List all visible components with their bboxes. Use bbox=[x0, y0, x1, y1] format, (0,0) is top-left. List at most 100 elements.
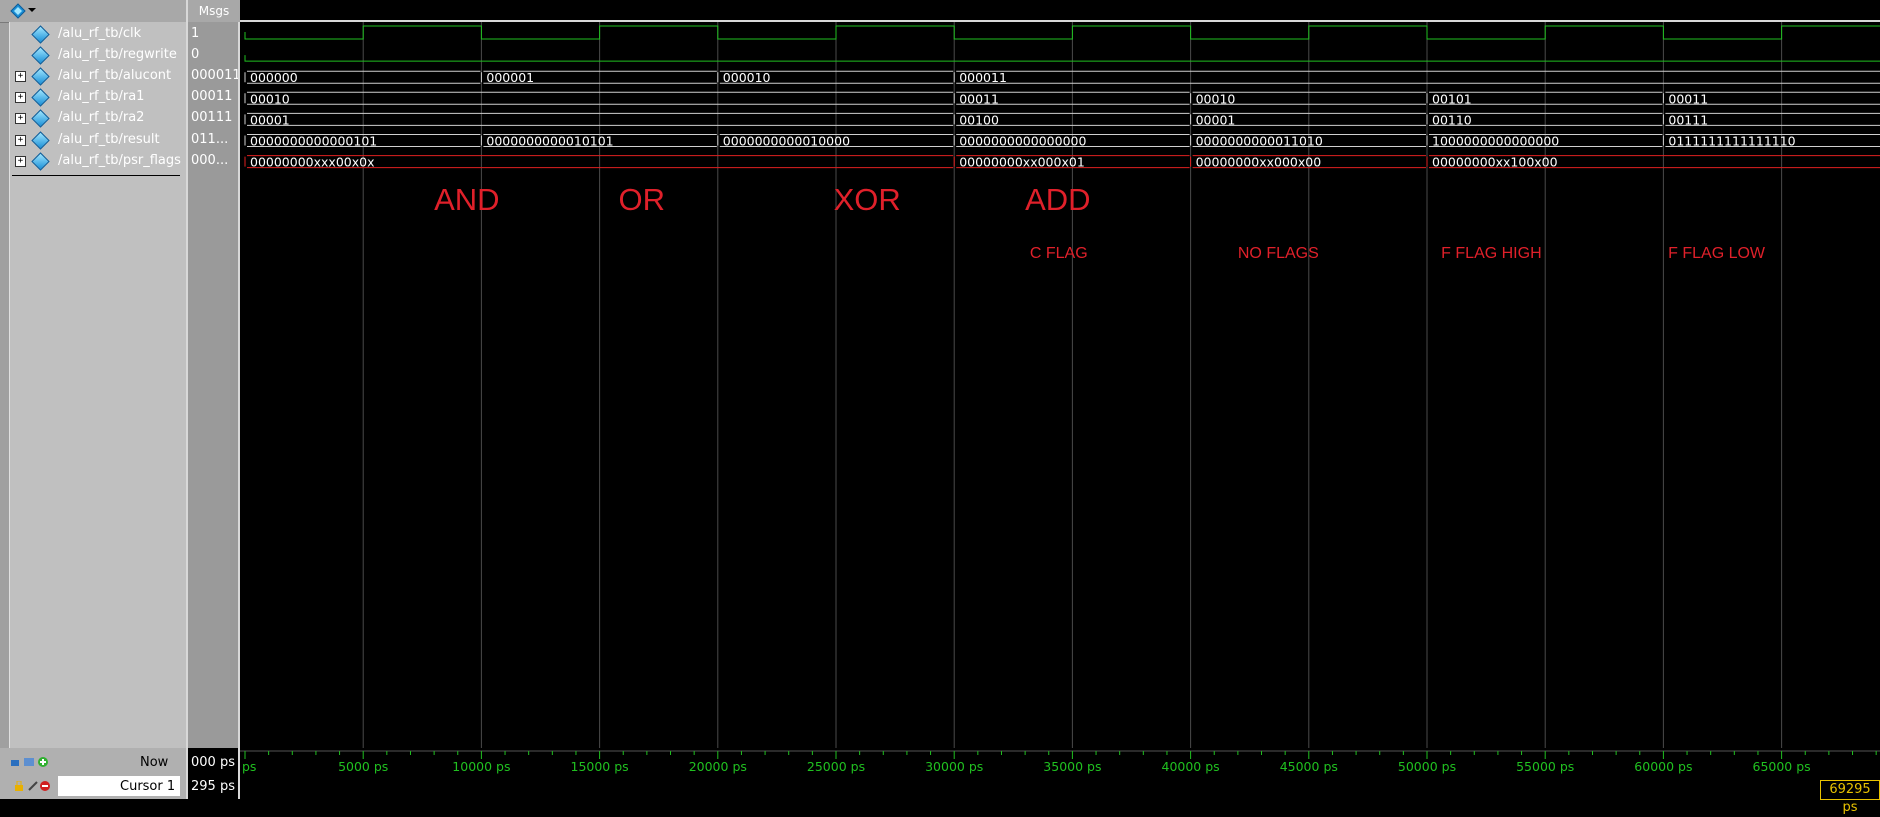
psr_flags-value: 00000000xx000x00 bbox=[1196, 155, 1322, 170]
ruler-tick-label: 60000 ps bbox=[1634, 759, 1692, 774]
ruler-tick-label: 15000 ps bbox=[571, 759, 629, 774]
clk-wave bbox=[244, 25, 1880, 40]
signal-value: 011... bbox=[191, 131, 229, 147]
signal-diamond-icon bbox=[31, 109, 50, 129]
timeline-axis: ps 5000 ps 10000 ps 15000 ps 20000 ps 25000 p… bbox=[240, 750, 1880, 774]
now-label: Now bbox=[140, 755, 169, 770]
ra2-value: 00110 bbox=[1432, 112, 1472, 127]
signal-diamond-icon bbox=[31, 88, 50, 107]
result-value: 0000000000000000 bbox=[959, 134, 1086, 149]
result-value: 0000000000000101 bbox=[250, 134, 377, 149]
wave-header-strip bbox=[238, 0, 1880, 23]
waveform-pane[interactable]: 000000 000001 000010 000011 00010 00011 00010 0… bbox=[238, 22, 1880, 748]
alucont-value: 000000 bbox=[250, 70, 298, 85]
signal-row[interactable]: + /alu_rf_tb/ra1 bbox=[0, 87, 186, 108]
alucont-value: 000010 bbox=[723, 70, 771, 85]
result-value: 0111111111111110 bbox=[1668, 134, 1795, 149]
ra2-value: 00100 bbox=[959, 112, 999, 127]
signal-row[interactable]: /alu_rf_tb/regwrite bbox=[0, 45, 186, 66]
annotation-op-xor: XOR bbox=[834, 182, 901, 217]
ruler-tick-label: 35000 ps bbox=[1043, 759, 1101, 774]
chevron-down-icon[interactable] bbox=[28, 8, 36, 12]
signal-row[interactable]: + /alu_rf_tb/alucont bbox=[0, 66, 186, 87]
alucont-value: 000001 bbox=[486, 70, 534, 85]
ra1-value: 00010 bbox=[1196, 91, 1236, 106]
signal-name: /alu_rf_tb/result bbox=[58, 131, 160, 147]
signal-row[interactable]: + /alu_rf_tb/result bbox=[0, 130, 186, 151]
result-value: 1000000000000000 bbox=[1432, 134, 1559, 149]
signal-diamond-icon bbox=[31, 67, 50, 86]
status-values: 000 ps 295 ps bbox=[186, 748, 240, 799]
ra1-segment: 00010 bbox=[244, 91, 954, 106]
annotation-no-flags: NO FLAGS bbox=[1238, 245, 1319, 262]
ra1-segment: 00011 bbox=[1662, 91, 1880, 106]
signal-diamond-icon bbox=[31, 151, 50, 171]
selected-underline bbox=[12, 175, 180, 176]
expand-icon[interactable]: + bbox=[15, 134, 26, 146]
signal-name: /alu_rf_tb/alucont bbox=[58, 68, 172, 84]
cursor-value: 295 ps bbox=[191, 779, 235, 794]
result-segment: 1000000000000000 bbox=[1426, 134, 1663, 149]
ra2-segment: 00111 bbox=[1662, 112, 1880, 127]
expand-icon[interactable]: + bbox=[15, 155, 26, 167]
window-icon[interactable] bbox=[24, 757, 34, 767]
waveform-canvas: 000000 000001 000010 000011 00010 00011 00010 0… bbox=[244, 22, 1880, 748]
ruler-tick-label: 25000 ps bbox=[807, 759, 865, 774]
result-value: 0000000000010101 bbox=[486, 134, 613, 149]
signal-name: /alu_rf_tb/ra1 bbox=[58, 89, 145, 105]
ra2-value: 00001 bbox=[1196, 112, 1236, 127]
signal-row[interactable]: /alu_rf_tb/clk bbox=[0, 24, 186, 45]
regwrite-wave bbox=[244, 55, 1880, 62]
status-left: Now Cursor 1 bbox=[0, 748, 186, 799]
ruler-tick-label: 55000 ps bbox=[1516, 759, 1574, 774]
psr_flags-value: 00000000xx100x00 bbox=[1432, 155, 1558, 170]
result-segment: 0000000000010000 bbox=[717, 134, 954, 149]
signal-name: /alu_rf_tb/psr_flags bbox=[58, 152, 181, 168]
delete-cursor-icon[interactable] bbox=[40, 781, 50, 791]
cursor-label: Cursor 1 bbox=[120, 779, 176, 794]
ra1-value: 00010 bbox=[250, 91, 290, 106]
expand-icon[interactable]: + bbox=[15, 92, 26, 104]
ruler-tick-label: 50000 ps bbox=[1398, 759, 1456, 774]
lock-icon[interactable] bbox=[14, 781, 24, 791]
ra2-value: 00001 bbox=[250, 112, 290, 127]
pencil-icon[interactable] bbox=[28, 781, 38, 791]
psr_flags-segment: 00000000xxx00x0x bbox=[244, 155, 954, 170]
signal-row[interactable]: + /alu_rf_tb/ra2 bbox=[0, 108, 186, 129]
ruler-start-label: ps bbox=[242, 759, 256, 774]
signal-names-pane: /alu_rf_tb/clk/alu_rf_tb/regwrite + /alu_r… bbox=[0, 0, 187, 799]
psr_flags-value: 00000000xx000x01 bbox=[959, 155, 1085, 170]
ruler-tick-label: 40000 ps bbox=[1162, 759, 1220, 774]
ra1-value: 00101 bbox=[1432, 91, 1472, 106]
expand-icon[interactable]: + bbox=[15, 71, 26, 83]
psr_flags-segment: 00000000xx100x00 bbox=[1426, 155, 1880, 170]
signal-value: 000... bbox=[191, 152, 229, 168]
wave-tool-icon[interactable] bbox=[10, 3, 26, 19]
annotation-c-flag: C FLAG bbox=[1030, 245, 1088, 262]
ra2-value: 00111 bbox=[1668, 112, 1708, 127]
signal-value: 00011 bbox=[191, 89, 233, 105]
ra1-value: 00011 bbox=[1668, 91, 1708, 106]
timeline-ruler[interactable]: ps 5000 ps 10000 ps 15000 ps 20000 ps 25000 p… bbox=[238, 748, 1880, 799]
alucont-value: 000011 bbox=[959, 70, 1007, 85]
expand-icon[interactable]: + bbox=[15, 113, 26, 125]
signal-name: /alu_rf_tb/clk bbox=[58, 26, 142, 41]
signal-value: 00111 bbox=[191, 110, 233, 126]
add-cursor-icon[interactable] bbox=[38, 757, 48, 767]
psr_flags-value: 00000000xxx00x0x bbox=[250, 155, 374, 170]
annotation-op-and: AND bbox=[434, 182, 499, 217]
signal-row[interactable]: + /alu_rf_tb/psr_flags bbox=[0, 151, 186, 172]
msgs-pane: Msgs 1 0 000011 00011 00111 011... 000... bbox=[186, 0, 240, 799]
psr_flags-segment: 00000000xx000x00 bbox=[1190, 155, 1426, 170]
alucont-segment: 000001 bbox=[480, 70, 717, 85]
annotation-op-add: ADD bbox=[1025, 182, 1090, 217]
edit-icon[interactable] bbox=[10, 757, 20, 767]
signal-diamond-icon bbox=[31, 25, 50, 44]
ruler-tick-label: 65000 ps bbox=[1753, 759, 1811, 774]
cursor-time-tag[interactable]: 69295 ps bbox=[1820, 780, 1880, 815]
result-segment: 0000000000000000 bbox=[953, 134, 1190, 149]
ruler-tick-label: 20000 ps bbox=[689, 759, 747, 774]
msgs-header: Msgs bbox=[188, 0, 240, 23]
ra2-segment: 00001 bbox=[244, 112, 954, 127]
alucont-segment: 000011 bbox=[953, 70, 1880, 85]
